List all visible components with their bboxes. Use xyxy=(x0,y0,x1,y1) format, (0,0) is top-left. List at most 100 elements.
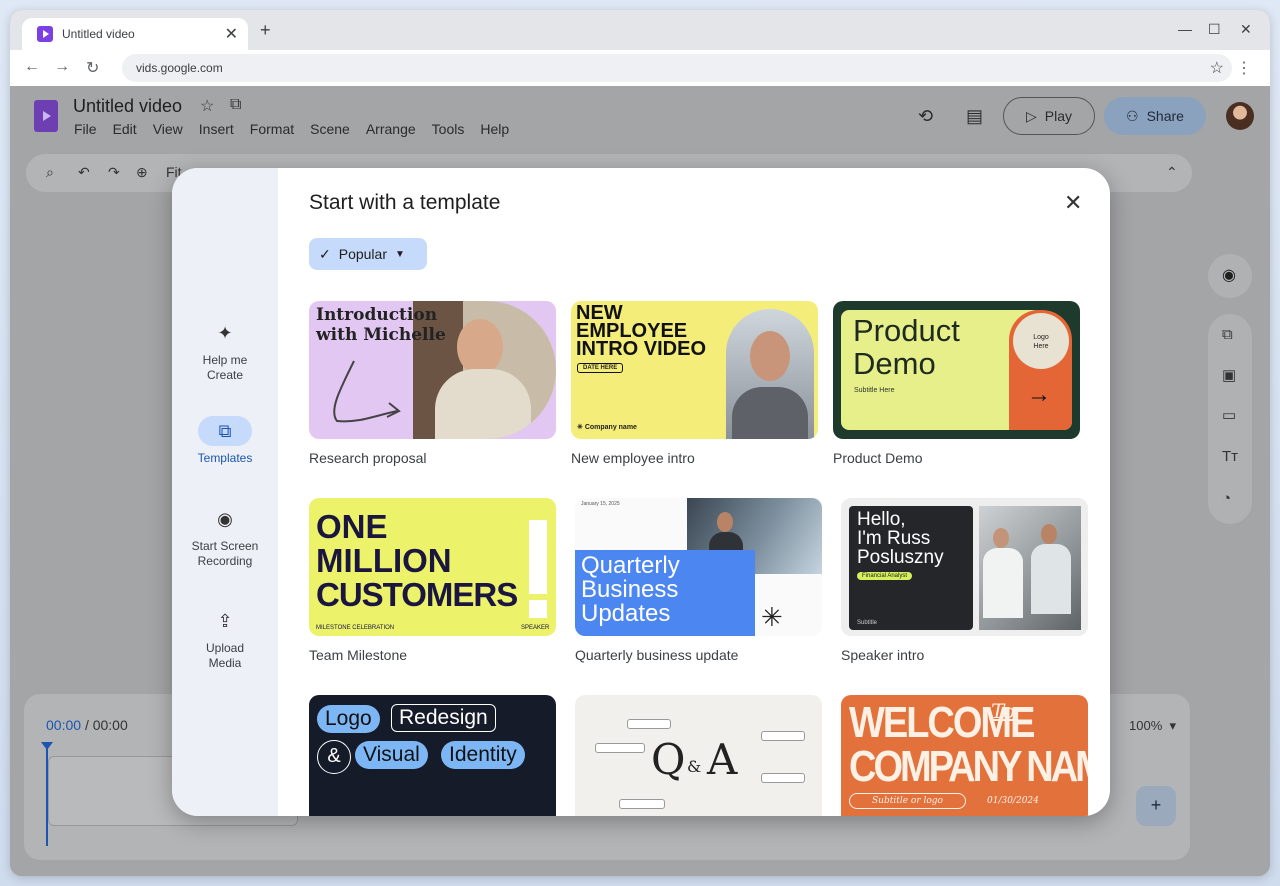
upload-media-line2: Media xyxy=(208,656,242,670)
address-bar[interactable]: vids.google.com ☆ xyxy=(122,54,1232,82)
help-me-create-line2: Create xyxy=(206,368,244,382)
avatar[interactable] xyxy=(1226,102,1254,130)
menu-insert[interactable]: Insert xyxy=(199,121,234,137)
thumb-text: A xyxy=(707,735,738,784)
thumb-text: Financial Analyst xyxy=(857,572,913,580)
shapes-icon[interactable]: ◔ xyxy=(1222,490,1231,507)
speaker-photo xyxy=(979,506,1081,630)
thumb-text: Subtitle Here xyxy=(854,387,895,394)
vids-favicon-icon xyxy=(37,26,53,42)
record-icon: ◉ xyxy=(1222,267,1236,284)
zoom-value: 100% xyxy=(1129,718,1163,733)
thumb-text: Quarterly xyxy=(581,552,680,579)
template-caption: Research proposal xyxy=(309,450,427,466)
thumb-text: Product xyxy=(853,313,960,348)
template-thumbnail: Hello, I'm Russ Posluszny Financial Anal… xyxy=(841,498,1088,636)
collapse-toolbar-icon[interactable]: ⌃ xyxy=(1166,164,1178,181)
logo-text-2: Here xyxy=(1033,343,1049,350)
zoom-level[interactable]: 100% ▾ xyxy=(1129,718,1176,734)
share-people-icon: ⚇ xyxy=(1126,107,1139,124)
thumb-text: Updates xyxy=(581,600,671,627)
thumb-text: Business xyxy=(581,576,679,603)
reload-icon[interactable]: ↻ xyxy=(86,58,99,78)
search-icon[interactable]: ⌕ xyxy=(46,164,54,181)
timecode: 00:00 / 00:00 xyxy=(46,717,128,733)
thumb-text: Hello, xyxy=(857,509,906,530)
exclamation-dot xyxy=(529,600,547,618)
menu-edit[interactable]: Edit xyxy=(113,121,137,137)
template-caption: Team Milestone xyxy=(309,647,408,663)
sparkle-icon: ✦ xyxy=(217,323,233,343)
template-thumbnail: Logo Redesign & Visual Identity xyxy=(309,695,556,816)
share-button[interactable]: ⚇ Share xyxy=(1104,97,1206,135)
menu-tools[interactable]: Tools xyxy=(432,121,465,137)
browser-menu-icon[interactable]: ⋮ xyxy=(1236,58,1252,78)
help-me-create-item[interactable]: ✦ Help me Create xyxy=(172,318,278,383)
comments-icon[interactable]: ▤ xyxy=(966,106,983,127)
menu-file[interactable]: File xyxy=(74,121,97,137)
media-icon[interactable]: ▣ xyxy=(1222,366,1236,384)
arrow-doodle xyxy=(333,360,401,423)
star-icon[interactable]: ☆ xyxy=(200,96,214,116)
thumb-text: Q xyxy=(651,735,686,784)
company-name-text: Company name xyxy=(584,424,637,431)
folder-icon[interactable]: ▭ xyxy=(1222,406,1236,424)
forward-arrow-icon[interactable]: → xyxy=(54,58,70,76)
help-me-create-line1: Help me xyxy=(202,353,248,367)
menu-arrange[interactable]: Arrange xyxy=(366,121,416,137)
minimize-icon[interactable]: — xyxy=(1178,21,1192,37)
arrow-right-icon: → xyxy=(1027,381,1051,408)
browser-tab[interactable]: Untitled video ✕ xyxy=(22,18,248,50)
thumb-text: MILLION xyxy=(316,542,452,579)
move-folder-icon[interactable]: ⧉ xyxy=(230,96,241,114)
version-history-icon[interactable]: ⟲ xyxy=(918,106,933,127)
popular-filter-chip[interactable]: ✓ Popular ▼ xyxy=(309,238,427,270)
vids-logo-icon[interactable] xyxy=(34,100,58,132)
thumb-text: Posluszny xyxy=(857,547,944,568)
logo-placeholder: Logo Here xyxy=(1013,313,1069,369)
chat-bubble xyxy=(619,799,665,809)
templates-side-icon[interactable]: ⧉ xyxy=(1222,326,1233,343)
text-icon[interactable]: Tт xyxy=(1222,448,1238,465)
undo-icon[interactable]: ↶ xyxy=(78,164,90,181)
menu-format[interactable]: Format xyxy=(250,121,294,137)
template-dialog: ✦ Help me Create ⧉ Templates ◉ Start Scr… xyxy=(172,168,1110,816)
screen-recording-item[interactable]: ◉ Start Screen Recording xyxy=(172,504,278,569)
template-caption: Quarterly business update xyxy=(575,647,739,663)
bookmark-star-icon[interactable]: ☆ xyxy=(1210,58,1224,78)
thumb-text: INTRO VIDEO xyxy=(576,338,707,360)
menu-help[interactable]: Help xyxy=(480,121,509,137)
record-side-button[interactable]: ◉ xyxy=(1208,254,1252,298)
close-dialog-icon[interactable]: ✕ xyxy=(1064,190,1082,216)
back-arrow-icon[interactable]: ← xyxy=(24,58,40,76)
zoom-icon[interactable]: ⊕ xyxy=(136,164,148,181)
template-thumbnail: ONE MILLION CUSTOMERS MILESTONE CELEBRAT… xyxy=(309,498,556,636)
thumb-text: COMPANY NAME xyxy=(849,743,1088,792)
templates-item[interactable]: ⧉ Templates xyxy=(172,416,278,466)
tab-title: Untitled video xyxy=(62,27,135,41)
redo-icon[interactable]: ↷ xyxy=(108,164,120,181)
doc-title[interactable]: Untitled video xyxy=(73,96,182,117)
play-button[interactable]: ▷ Play xyxy=(1003,97,1095,135)
employee-photo xyxy=(726,309,814,439)
tab-strip: Untitled video ✕ + — ☐ ✕ xyxy=(10,10,1270,50)
upload-media-item[interactable]: ⇪ Upload Media xyxy=(172,606,278,671)
add-scene-button[interactable]: + xyxy=(1136,786,1176,826)
thumb-text: ✳ Company name xyxy=(577,424,637,431)
maximize-icon[interactable]: ☐ xyxy=(1208,21,1221,38)
templates-icon: ⧉ xyxy=(198,416,252,446)
dropdown-arrow-icon: ▼ xyxy=(395,248,405,260)
close-window-icon[interactable]: ✕ xyxy=(1240,21,1252,38)
close-tab-icon[interactable]: ✕ xyxy=(225,24,238,44)
menu-bar: File Edit View Insert Format Scene Arran… xyxy=(74,121,509,137)
new-tab-button[interactable]: + xyxy=(260,20,271,41)
upload-media-line1: Upload xyxy=(205,641,245,655)
screen-recording-line2: Recording xyxy=(197,554,253,568)
template-thumbnail: WELCOME To COMPANY NAME Subtitle or logo… xyxy=(841,695,1088,816)
template-caption: Speaker intro xyxy=(841,647,925,663)
menu-view[interactable]: View xyxy=(153,121,183,137)
thumb-text: January 15, 2025 xyxy=(581,501,620,507)
thumb-text: Redesign xyxy=(391,704,496,732)
thumb-text: Demo xyxy=(853,346,936,381)
menu-scene[interactable]: Scene xyxy=(310,121,350,137)
